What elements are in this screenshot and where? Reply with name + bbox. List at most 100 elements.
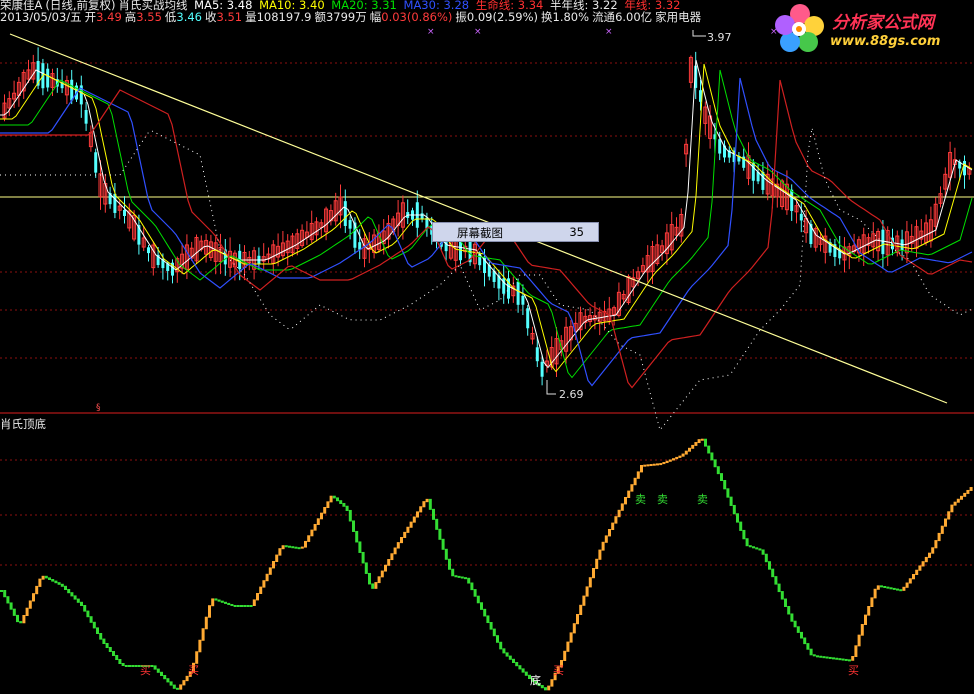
buy-signal: 买	[848, 664, 859, 677]
tooltip-label: 屏幕截图	[457, 226, 503, 240]
oscillator-bar	[240, 605, 243, 607]
chart-window[interactable]: × × × × § 荣康佳A (日线,前复权) 肖氏买战均线 MA5: 3.48 MA10:…	[0, 0, 974, 694]
oscillator-bar	[227, 602, 231, 606]
oscillator-bar	[595, 558, 599, 569]
oscillator-bar	[438, 528, 442, 540]
oscillator-bar	[518, 665, 522, 670]
oscillator-bar	[784, 598, 787, 607]
candlestick-chart[interactable]: × × × ×§	[0, 0, 974, 694]
oscillator-bar	[572, 623, 576, 634]
oscillator-bar	[905, 582, 909, 588]
bottom-signal: 底	[530, 674, 541, 687]
float-value: 6.00亿	[615, 10, 653, 24]
oscillator-bar	[441, 538, 445, 550]
oscillator-bar	[44, 575, 48, 579]
oscillator-bar	[828, 656, 832, 659]
high-price-mark: 3.97	[707, 31, 732, 44]
oscillator-bar	[508, 655, 512, 660]
oscillator-bar	[96, 627, 99, 634]
logo-url: www.88gs.com	[830, 34, 941, 49]
oscillator-bar	[780, 591, 784, 600]
oscillator-bar	[921, 561, 925, 567]
oscillator-bar	[838, 658, 842, 661]
oscillator-bar	[265, 573, 269, 582]
oscillator-bar	[576, 614, 579, 625]
oscillator-bar	[684, 450, 688, 455]
oscillator-bar	[732, 504, 736, 515]
oscillator-bar	[646, 464, 650, 467]
oscillator-bar	[592, 568, 595, 579]
oscillator-bar	[444, 548, 448, 560]
oscillator-bar	[128, 665, 131, 667]
oscillator-bar	[668, 459, 672, 462]
oscillator-bar	[707, 445, 711, 454]
oscillator-bar	[249, 605, 253, 607]
oscillator-bar	[64, 585, 67, 590]
oscillator-bar	[73, 595, 77, 600]
oscillator-bar	[358, 541, 362, 553]
oscillator-bar	[294, 546, 298, 549]
oscillator-bar	[723, 480, 727, 490]
oscillator-bar	[755, 547, 759, 550]
half-year-line	[0, 127, 973, 432]
oscillator-bar	[496, 635, 499, 643]
oscillator-bar	[16, 614, 19, 623]
oscillator-bar	[198, 639, 202, 653]
oscillator-bar	[57, 582, 61, 585]
oscillator-bar	[329, 495, 333, 503]
open-value: 3.49	[96, 10, 122, 24]
date-label: 2013/05/03/五	[0, 10, 82, 24]
oscillator-bar	[86, 610, 90, 618]
oscillator-bar	[268, 567, 272, 575]
oscillator-bar	[579, 604, 583, 615]
candle-body	[348, 220, 352, 229]
oscillator-bar	[483, 608, 487, 617]
oscillator-bar	[112, 651, 115, 656]
oscillator-bar	[0, 590, 3, 592]
screenshot-tooltip[interactable]: 屏幕截图 35	[432, 222, 599, 242]
oscillator-bar	[179, 684, 183, 690]
oscillator-bar	[627, 490, 631, 498]
oscillator-bar	[822, 656, 826, 659]
event-mark: ×	[474, 27, 482, 37]
oscillator-bar	[624, 497, 627, 505]
oscillator-bar	[617, 509, 621, 518]
oscillator-bar	[409, 521, 413, 528]
oscillator-bar	[246, 605, 250, 607]
oscillator-bar	[208, 605, 211, 618]
oscillator-bar	[502, 648, 506, 654]
oscillator-bar	[400, 537, 403, 544]
oscillator-bar	[352, 520, 355, 532]
oscillator-bar	[636, 471, 640, 479]
oscillator-bar	[220, 600, 224, 603]
low-label: 低	[164, 10, 177, 24]
oscillator-bar	[547, 685, 551, 691]
oscillator-bar	[713, 459, 717, 468]
oscillator-bar	[585, 586, 589, 597]
volume-value: 108197.9	[256, 10, 312, 24]
oscillator-bar	[662, 462, 666, 465]
oscillator-bar	[960, 495, 963, 500]
oscillator-bar	[675, 456, 679, 460]
buy-signal: 买	[553, 664, 564, 677]
oscillator-bar	[969, 487, 973, 491]
oscillator-bar	[608, 529, 611, 537]
oscillator-bar	[233, 605, 237, 607]
oscillator-bar	[374, 582, 378, 589]
oscillator-bar	[323, 507, 327, 514]
oscillator-bar	[217, 599, 221, 602]
oscillator-bar	[3, 590, 7, 598]
oscillator-bar	[304, 540, 307, 548]
oscillator-bar	[940, 525, 944, 534]
oscillator-bar	[726, 488, 730, 498]
candle-body	[444, 240, 448, 252]
oscillator-bar	[284, 545, 288, 548]
sub-indicator-title: 肖氏顶底	[0, 417, 46, 431]
low-mark-arrow	[546, 380, 556, 395]
oscillator-bar	[435, 518, 439, 530]
oscillator-bar	[310, 529, 314, 537]
oscillator-bar	[672, 458, 675, 461]
oscillator-bar	[25, 607, 29, 616]
oscillator-bar	[681, 453, 685, 457]
oscillator-bar	[492, 628, 496, 637]
